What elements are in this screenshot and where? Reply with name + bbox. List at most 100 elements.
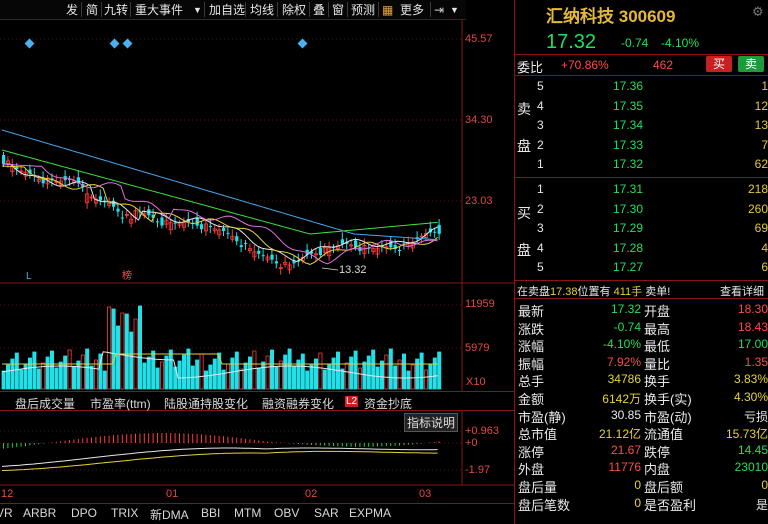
volume-bar bbox=[305, 370, 310, 390]
tab-pe-ttm[interactable]: 市盈率(ttm) bbox=[90, 395, 151, 412]
tab-capital-bottom[interactable]: 资金抄底 bbox=[364, 395, 412, 412]
kline-chart[interactable]: 13.32 L 榜 bbox=[0, 0, 514, 524]
candle bbox=[195, 217, 199, 226]
tab-after-hours-volume[interactable]: 盘后成交量 bbox=[15, 395, 75, 412]
quote-row: 振幅 7.92% 量比 1.35 bbox=[515, 353, 768, 372]
volume-bar bbox=[67, 349, 72, 390]
volume-bar bbox=[164, 355, 169, 390]
volume-bar bbox=[344, 362, 349, 390]
ask-price: 17.35 bbox=[612, 98, 643, 113]
tab-arbr[interactable]: ARBR bbox=[23, 506, 56, 520]
candle bbox=[270, 254, 274, 260]
ask-volume: 7 bbox=[761, 137, 768, 152]
bid-level: 5 bbox=[537, 260, 544, 274]
ask-level: 1 bbox=[537, 157, 544, 171]
gear-icon[interactable]: ⚙ bbox=[752, 4, 764, 20]
volume-bar bbox=[203, 370, 208, 390]
volume-bar bbox=[371, 349, 376, 390]
volume-bar bbox=[102, 370, 107, 390]
candle bbox=[98, 196, 102, 201]
ask-row[interactable]: 4 17.35 12 bbox=[515, 97, 768, 116]
candle bbox=[120, 217, 124, 219]
bid-level: 1 bbox=[537, 182, 544, 196]
tab-new-dma[interactable]: 新DMA bbox=[150, 506, 189, 523]
price-axis-label: 45.57 bbox=[465, 33, 493, 45]
tab-dpo[interactable]: DPO bbox=[71, 506, 97, 520]
bid-price: 17.28 bbox=[612, 240, 643, 255]
volume-bar bbox=[120, 312, 125, 390]
volume-bar bbox=[269, 349, 274, 390]
volume-bar bbox=[388, 348, 393, 390]
volume-bar bbox=[199, 353, 204, 390]
quote-value: 1.35 bbox=[744, 354, 768, 369]
tab-expma[interactable]: EXPMA bbox=[349, 506, 391, 520]
tab-obv[interactable]: OBV bbox=[274, 506, 299, 520]
volume-bar bbox=[6, 364, 11, 390]
candle bbox=[398, 250, 402, 252]
bid-row[interactable]: 3 17.29 69 bbox=[515, 219, 768, 238]
quote-value: 21.67 bbox=[610, 442, 641, 457]
candle bbox=[208, 225, 212, 227]
volume-bar bbox=[265, 355, 270, 390]
bid-volume: 6 bbox=[761, 260, 768, 274]
chart-marker-l[interactable]: L bbox=[26, 271, 32, 282]
stock-code: 300609 bbox=[618, 7, 676, 26]
bid-row[interactable]: 2 17.30 260 bbox=[515, 200, 768, 219]
volume-bar bbox=[36, 368, 41, 390]
volume-bar bbox=[230, 357, 235, 390]
volume-bar bbox=[186, 348, 191, 390]
candle bbox=[437, 224, 441, 234]
quote-row: 涨跌 -0.74 最高 18.43 bbox=[515, 318, 768, 337]
quote-row: 涨停 21.67 跌停 14.45 bbox=[515, 441, 768, 460]
ask-price: 17.36 bbox=[612, 79, 643, 93]
ask-row[interactable]: 5 17.36 1 bbox=[515, 77, 768, 96]
tab-hk-connect-holdings[interactable]: 陆股通持股变化 bbox=[164, 395, 248, 412]
volume-bar bbox=[129, 331, 134, 390]
volume-bar bbox=[384, 354, 389, 390]
indicator-help-button[interactable]: 指标说明 bbox=[404, 413, 459, 432]
bid-volume: 218 bbox=[747, 182, 768, 196]
ask-row[interactable]: 2 17.33 7 bbox=[515, 136, 768, 155]
l2-badge: L2 bbox=[345, 396, 359, 407]
stock-quote-window: 发 简 九转 重大事件 ▼ 加自选 均线 除权 叠 窗 预测 ▦ 更多 ⇥ ▼ bbox=[0, 0, 768, 524]
tab-mtm[interactable]: MTM bbox=[234, 506, 261, 520]
ask-row[interactable]: 3 17.34 13 bbox=[515, 116, 768, 135]
buy-button[interactable]: 买 bbox=[706, 56, 732, 72]
volume-bar bbox=[181, 354, 186, 390]
quote-row: 盘后量 0 盘后额 0 bbox=[515, 476, 768, 495]
sell-button[interactable]: 卖 bbox=[738, 56, 764, 72]
bid-row[interactable]: 1 17.31 218 bbox=[515, 180, 768, 199]
candle bbox=[173, 222, 177, 224]
candle bbox=[226, 232, 230, 234]
quote-row: 最新 17.32 开盘 18.30 bbox=[515, 300, 768, 319]
indicator-selector-tabs: VR ARBR DPO TRIX 新DMA BBI MTM OBV SAR EX… bbox=[0, 503, 514, 524]
indicator-tabs: 盘后成交量 市盈率(ttm) 陆股通持股变化 融资融券变化 L2 资金抄底 bbox=[0, 391, 514, 411]
candle bbox=[239, 245, 243, 248]
order-notice: 在卖盘17.38位置有 411手 卖单! bbox=[517, 286, 671, 298]
indicator-axis-label: -1.97 bbox=[465, 464, 491, 476]
bid-row[interactable]: 5 17.27 6 bbox=[515, 258, 768, 277]
view-details-link[interactable]: 查看详细 bbox=[720, 283, 764, 299]
chart-marker-bang[interactable]: 榜 bbox=[122, 269, 132, 282]
ask-row[interactable]: 1 17.32 62 bbox=[515, 155, 768, 174]
volume-bar bbox=[155, 367, 160, 390]
ask-level: 4 bbox=[537, 98, 544, 113]
tab-sar[interactable]: SAR bbox=[314, 506, 339, 520]
volume-bar bbox=[247, 356, 252, 390]
quote-value: 18.43 bbox=[737, 319, 768, 334]
bid-row[interactable]: 4 17.28 4 bbox=[515, 239, 768, 258]
tab-vr[interactable]: VR bbox=[0, 506, 13, 520]
volume-bar bbox=[54, 367, 59, 390]
volume-bar bbox=[256, 367, 261, 390]
ask-volume: 1 bbox=[761, 79, 768, 93]
ask-volume: 12 bbox=[754, 98, 768, 113]
volume-bar bbox=[225, 363, 230, 390]
tab-trix[interactable]: TRIX bbox=[111, 506, 138, 520]
volume-bar bbox=[278, 360, 283, 390]
bid-volume: 4 bbox=[761, 240, 768, 255]
tab-margin-trading[interactable]: 融资融券变化 bbox=[262, 395, 334, 412]
ask-price: 17.34 bbox=[612, 118, 643, 132]
quote-label: 是否盈利 bbox=[644, 497, 697, 513]
tab-bbi[interactable]: BBI bbox=[201, 506, 220, 520]
quote-value: 4.30% bbox=[733, 390, 768, 404]
